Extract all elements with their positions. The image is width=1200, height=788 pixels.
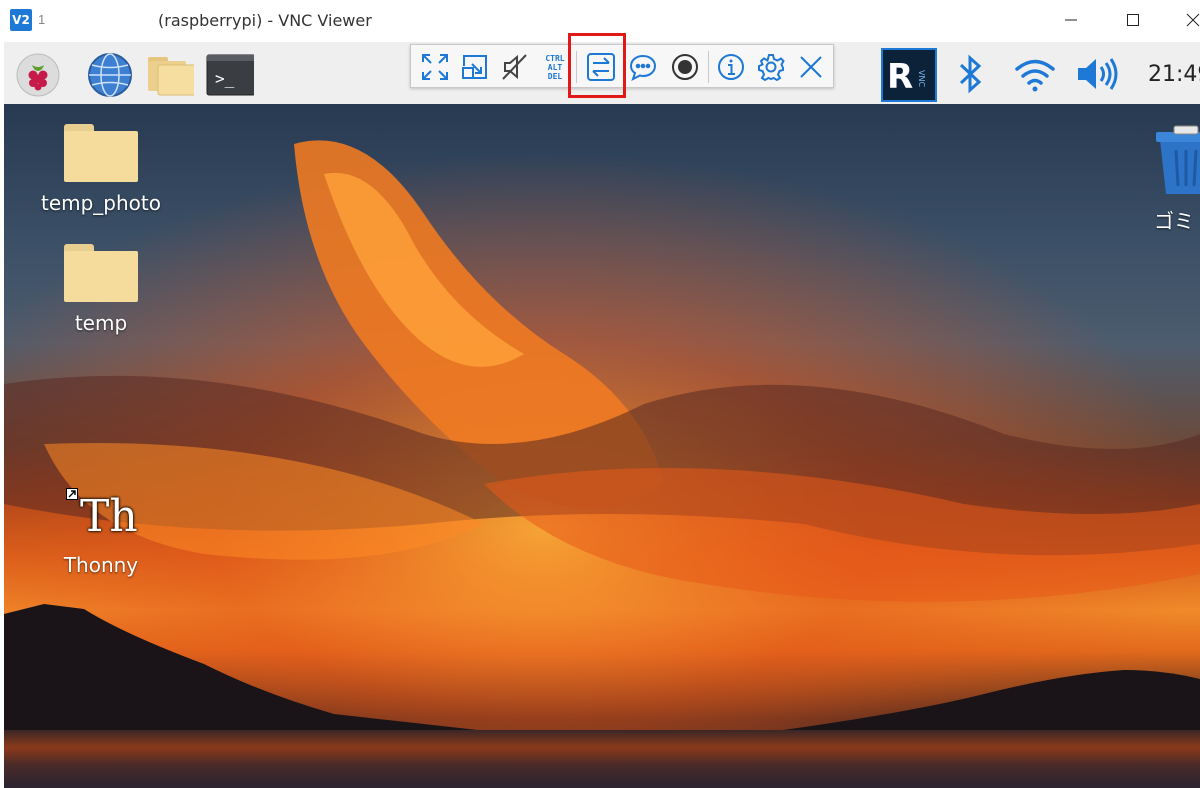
toolbar-separator	[576, 51, 577, 83]
mute-button[interactable]	[497, 49, 533, 85]
desktop-icon-thonny[interactable]: Th Thonny	[36, 488, 166, 577]
shortcut-arrow-icon	[66, 488, 78, 500]
close-icon	[1186, 13, 1200, 27]
maximize-button[interactable]	[1110, 0, 1156, 40]
svg-text:VNC: VNC	[917, 70, 926, 87]
desktop-icon-temp-photo[interactable]: temp_photo	[36, 124, 166, 215]
folder-icon	[64, 124, 138, 182]
settings-button[interactable]	[753, 49, 789, 85]
desktop-icon-label: ゴミ	[1154, 209, 1194, 233]
info-icon	[718, 54, 744, 80]
title-bar[interactable]: V2 1 (raspberrypi) - VNC Viewer	[0, 0, 1200, 42]
web-browser-button[interactable]	[86, 52, 134, 98]
sunset-wallpaper-image	[4, 104, 1200, 788]
desktop-icon-label: Thonny	[63, 553, 139, 577]
expand-icon	[422, 54, 448, 80]
transfer-files-button[interactable]	[583, 49, 619, 85]
close-window-button[interactable]	[1170, 0, 1200, 40]
fullscreen-button[interactable]	[417, 49, 453, 85]
info-button[interactable]	[713, 49, 749, 85]
toolbar-separator	[708, 51, 709, 83]
scale-button[interactable]	[457, 49, 493, 85]
close-icon	[800, 56, 822, 78]
clock[interactable]: 21:49	[1148, 52, 1200, 96]
minimize-button[interactable]	[1048, 0, 1094, 40]
raspberry-pi-taskbar: >_ CTRL ALT DEL R VNC 21:4	[4, 42, 1200, 104]
wifi-button[interactable]	[1010, 52, 1060, 96]
vnc-viewer-window: V2 1 (raspberrypi) - VNC Viewer >_ CTRL …	[0, 0, 1200, 788]
globe-icon	[88, 53, 132, 97]
chat-icon	[629, 54, 657, 81]
scale-icon	[462, 55, 487, 79]
vnc-logo-icon: R VNC	[881, 48, 937, 102]
bluetooth-button[interactable]	[952, 52, 988, 96]
folder-icon	[148, 57, 194, 96]
chat-button[interactable]	[625, 49, 661, 85]
file-manager-button[interactable]	[146, 52, 194, 98]
vnc-toolbar: CTRL ALT DEL	[410, 44, 834, 88]
maximize-icon	[1127, 14, 1139, 26]
ctrl-alt-del-icon: CTRL ALT DEL	[545, 53, 565, 81]
transfer-icon	[587, 53, 615, 81]
folder-icon	[64, 244, 138, 302]
volume-button[interactable]	[1072, 52, 1122, 96]
bluetooth-icon	[959, 54, 982, 94]
minimize-icon	[1065, 19, 1077, 21]
raspberry-menu-button[interactable]	[14, 52, 62, 98]
window-number: 1	[38, 12, 46, 27]
record-button[interactable]	[667, 49, 703, 85]
terminal-prompt: >_	[215, 69, 235, 88]
speaker-icon	[1078, 58, 1118, 90]
close-toolbar-button[interactable]	[793, 49, 829, 85]
desktop-wallpaper[interactable]: temp_photo temp Th Thonny ゴミ	[4, 104, 1200, 788]
record-icon	[672, 54, 698, 80]
terminal-button[interactable]: >_	[206, 52, 254, 98]
desktop-icon-trash[interactable]: ゴミ	[1132, 124, 1200, 234]
window-title: (raspberrypi) - VNC Viewer	[158, 11, 372, 30]
terminal-icon: >_	[206, 54, 254, 96]
desktop-icon-label: temp	[74, 311, 128, 335]
remote-desktop[interactable]: >_ CTRL ALT DEL R VNC 21:4 temp_photo te…	[4, 42, 1200, 788]
trash-icon	[1156, 125, 1200, 194]
svg-text:R: R	[887, 57, 913, 97]
vnc-viewer-app-icon[interactable]: V2	[10, 9, 32, 31]
desktop-icon-temp[interactable]: temp	[36, 244, 166, 335]
vnc-server-tray-button[interactable]: R VNC	[880, 48, 938, 102]
desktop-icon-label: temp_photo	[40, 191, 161, 215]
speaker-muted-icon	[502, 54, 527, 80]
thonny-icon: Th	[66, 488, 138, 544]
raspberry-icon	[16, 53, 60, 97]
clock-time: 21:49	[1148, 61, 1200, 87]
ctrl-alt-del-button[interactable]: CTRL ALT DEL	[537, 49, 573, 85]
wifi-icon	[1015, 59, 1055, 92]
gear-icon	[758, 54, 785, 82]
